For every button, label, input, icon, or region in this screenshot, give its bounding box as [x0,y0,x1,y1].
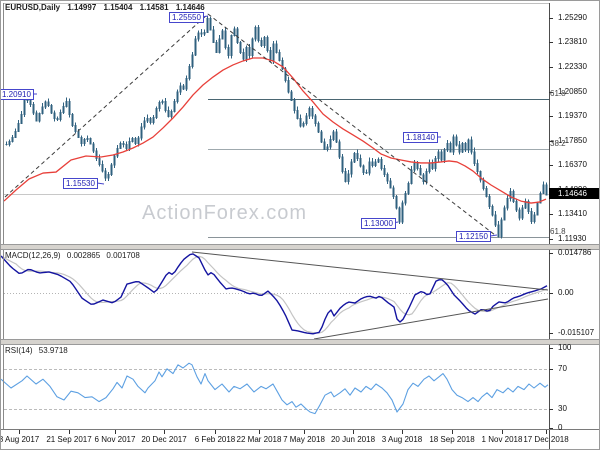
y-axis-label: 70 [558,364,567,373]
callout-tails [31,15,498,237]
candlestick-series [5,16,548,239]
panel-frame [1,3,599,449]
ohlc-low-value: 1.14581 [139,3,169,12]
y-axis-label: 0 [558,423,563,432]
symbol-timeframe-label: EURUSD,Daily [5,3,61,12]
y-axis-label: 100 [558,343,572,352]
price-callout[interactable]: 1.15530 [63,178,98,189]
date-label: 17 Dec 2018 [523,435,569,444]
price-callout[interactable]: 1.20910 [1,89,34,100]
macd-name: MACD(12,26,9) [5,251,61,260]
rsi-name: RSI(14) [5,346,33,355]
rsi-value: 53.9718 [38,346,68,355]
fib-level-label[interactable]: 61.8 [550,227,566,236]
date-label: 21 Sep 2017 [46,435,92,444]
rsi-indicator-label[interactable]: RSI(14) 53.9718 [5,346,72,355]
panel-divider-main-macd[interactable] [1,244,599,250]
date-label: 1 Nov 2018 [481,435,523,444]
macd-triangle-lines [191,251,549,340]
y-axis-label: -0.015107 [558,328,595,337]
date-label: 20 Jun 2018 [330,435,376,444]
price-callout[interactable]: 1.13000 [361,218,396,229]
y-axis-label: 1.25290 [558,13,587,22]
y-axis-label: 1.16370 [558,160,587,169]
fib-level-label[interactable]: 61.8 [550,89,566,98]
rsi-line [1,362,549,415]
y-axis-label: 0.014786 [558,248,592,257]
fib-retracement-lines [208,99,549,238]
price-callout[interactable]: 1.25550 [169,12,204,23]
price-callout[interactable]: 1.12150 [456,231,491,242]
y-axis-label: 0.00 [558,288,574,297]
ohlc-high-value: 1.15404 [103,3,133,12]
macd-signal-line [1,255,548,334]
date-label: 6 Feb 2018 [194,435,236,444]
chart-header: EURUSD,Daily 1.14997 1.15404 1.14581 1.1… [5,3,210,12]
ohlc-close-value: 1.14646 [175,3,205,12]
date-label: 3 Aug 2018 [381,435,423,444]
date-label: 22 Mar 2018 [236,435,282,444]
date-label: 20 Dec 2017 [141,435,187,444]
fib-level-label[interactable]: 38.2 [550,139,566,148]
y-axis-label: 1.13410 [558,209,587,218]
y-axis-label: 1.23810 [558,37,587,46]
chart-canvas[interactable] [1,1,600,450]
chart-window: ActionForex.com EURUSD,Daily 1.14997 1.1… [0,0,600,450]
macd-indicator-label[interactable]: MACD(12,26,9) 0.002865 0.001708 [5,251,144,260]
ohlc-open-value: 1.14997 [67,3,97,12]
date-label: 8 Aug 2017 [0,435,40,444]
y-axis-label: 1.22330 [558,62,587,71]
date-label: 6 Nov 2017 [94,435,136,444]
date-axis[interactable]: 8 Aug 2017 21 Sep 2017 6 Nov 2017 20 Dec 20… [0,435,599,449]
price-callout[interactable]: 1.18140 [403,132,438,143]
macd-signal-value: 0.001708 [106,251,140,260]
date-label: 18 Sep 2018 [429,435,475,444]
macd-main-value: 0.002865 [66,251,101,260]
date-label: 7 May 2018 [283,435,325,444]
current-price-tag: 1.14646 [549,188,599,199]
y-axis-label: 30 [558,404,567,413]
y-axis-label: 1.19370 [558,111,587,120]
price-axis[interactable]: 1.25290 1.23810 1.22330 1.20850 1.19370 1.178… [549,1,599,449]
panel-divider-macd-rsi[interactable] [1,339,599,345]
